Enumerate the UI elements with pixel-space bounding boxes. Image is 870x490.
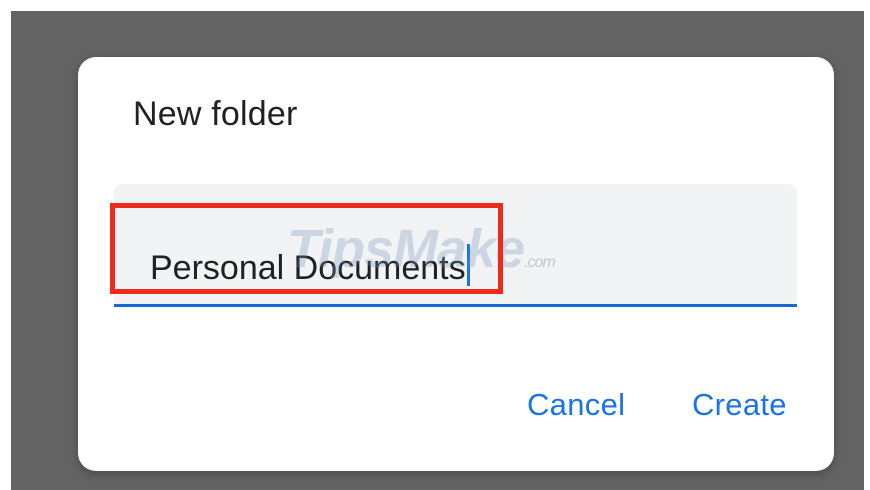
cancel-button[interactable]: Cancel <box>527 387 625 423</box>
create-button[interactable]: Create <box>692 387 787 423</box>
dialog-title: New folder <box>133 95 298 133</box>
field-underline <box>114 304 797 307</box>
highlight-annotation-box <box>110 203 503 294</box>
